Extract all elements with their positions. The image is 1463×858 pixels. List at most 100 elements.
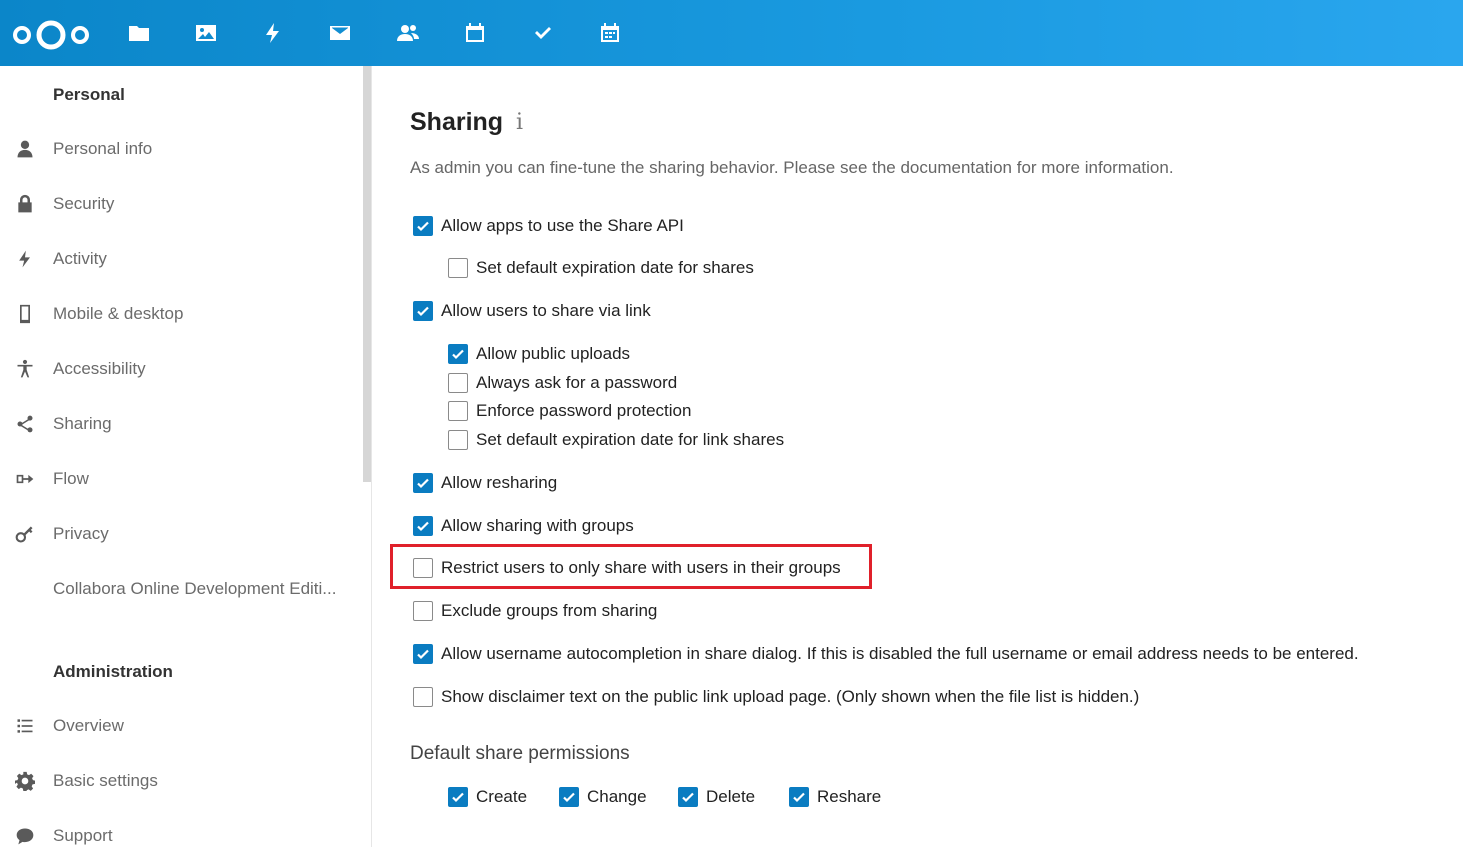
checkbox[interactable] — [448, 258, 468, 278]
public-uploads-checkbox[interactable]: Allow public uploads — [448, 342, 630, 366]
checkmark-icon — [793, 792, 805, 803]
calendar-icon[interactable] — [461, 19, 489, 47]
nextcloud-logo-icon[interactable] — [12, 19, 90, 51]
checkbox-label: Allow username autocompletion in share d… — [441, 644, 1359, 663]
sidebar-item-mobile-desktop[interactable]: Mobile & desktop — [0, 292, 360, 336]
tasks-icon[interactable] — [529, 19, 557, 47]
sidebar-item-personal-info[interactable]: Personal info — [0, 127, 360, 171]
checkmark-icon — [417, 306, 429, 317]
photos-icon[interactable] — [192, 19, 220, 47]
sidebar-item-label: Flow — [53, 469, 89, 488]
checkbox-label: Allow public uploads — [476, 344, 631, 363]
checkbox[interactable] — [448, 344, 468, 364]
checkbox-label: Allow resharing — [441, 473, 558, 492]
sidebar-item-label: Activity — [53, 249, 107, 268]
checkbox-label: Exclude groups from sharing — [441, 601, 658, 620]
activity-icon[interactable] — [259, 19, 287, 47]
sidebar-item-label: Privacy — [53, 524, 109, 543]
checkbox-label: Allow apps to use the Share API — [441, 216, 684, 235]
sidebar-item-sharing[interactable]: Sharing — [0, 402, 360, 446]
checkbox[interactable] — [559, 787, 579, 807]
disclaimer-checkbox[interactable]: Show disclaimer text on the public link … — [413, 685, 1139, 709]
share-api-checkbox[interactable]: Allow apps to use the Share API — [413, 214, 684, 238]
checkbox[interactable] — [413, 301, 433, 321]
checkmark-icon — [417, 649, 429, 660]
sidebar-item-flow[interactable]: Flow — [0, 457, 360, 501]
default-expiration-checkbox[interactable]: Set default expiration date for shares — [448, 256, 754, 280]
sidebar-item-label: Mobile & desktop — [53, 304, 184, 323]
deck-icon[interactable] — [596, 19, 624, 47]
checkmark-icon — [452, 792, 464, 803]
share-via-link-checkbox[interactable]: Allow users to share via link — [413, 299, 651, 323]
sidebar-item-privacy[interactable]: Privacy — [0, 512, 360, 556]
sidebar-item-basic-settings[interactable]: Basic settings — [0, 759, 360, 803]
checkbox-label: Enforce password protection — [476, 401, 692, 420]
autocompletion-checkbox[interactable]: Allow username autocompletion in share d… — [413, 642, 1359, 666]
sidebar-item-label: Accessibility — [53, 359, 146, 378]
resharing-checkbox[interactable]: Allow resharing — [413, 471, 557, 495]
sidebar-item-label: Support — [53, 826, 113, 845]
checkmark-icon — [682, 792, 694, 803]
checkbox[interactable] — [413, 687, 433, 707]
contacts-icon[interactable] — [394, 19, 422, 47]
create-permission-checkbox[interactable]: Create — [448, 785, 527, 809]
mail-icon[interactable] — [326, 19, 354, 47]
sidebar-item-security[interactable]: Security — [0, 182, 360, 226]
checkmark-icon — [417, 478, 429, 489]
checkbox[interactable] — [448, 401, 468, 421]
enforce-password-checkbox[interactable]: Enforce password protection — [448, 399, 691, 423]
sidebar-item-collabora[interactable]: Collabora Online Development Editi... — [0, 567, 360, 611]
checkbox-label: Create — [476, 787, 528, 806]
sharing-groups-checkbox[interactable]: Allow sharing with groups — [413, 514, 634, 538]
checkbox-label: Reshare — [817, 787, 882, 806]
checkbox[interactable] — [413, 473, 433, 493]
phone-icon — [14, 303, 36, 325]
checkmark-icon — [563, 792, 575, 803]
sidebar-item-label: Basic settings — [53, 771, 158, 790]
sidebar-item-support[interactable]: Support — [0, 814, 360, 858]
checkbox[interactable] — [789, 787, 809, 807]
sidebar-item-accessibility[interactable]: Accessibility — [0, 347, 360, 391]
sidebar-item-label: Collabora Online Development Editi... — [53, 579, 337, 598]
checkbox-label: Set default expiration date for link sha… — [476, 430, 785, 449]
sidebar-item-label: Overview — [53, 716, 124, 735]
delete-permission-checkbox[interactable]: Delete — [678, 785, 755, 809]
checkbox[interactable] — [413, 601, 433, 621]
checkbox[interactable] — [413, 216, 433, 236]
checkbox-label: Allow sharing with groups — [441, 516, 634, 535]
checkbox[interactable] — [448, 430, 468, 450]
checkbox-label: Delete — [706, 787, 756, 806]
sidebar-item-label: Security — [53, 194, 115, 213]
checkbox-label: Set default expiration date for shares — [476, 258, 754, 277]
link-expiration-checkbox[interactable]: Set default expiration date for link sha… — [448, 428, 784, 452]
user-icon — [14, 138, 36, 160]
exclude-groups-checkbox[interactable]: Exclude groups from sharing — [413, 599, 657, 623]
info-icon[interactable]: i — [516, 110, 523, 135]
key-icon — [14, 523, 36, 545]
page-description: As admin you can fine-tune the sharing b… — [410, 158, 1174, 177]
checkbox-label: Show disclaimer text on the public link … — [441, 687, 1140, 706]
ask-password-checkbox[interactable]: Always ask for a password — [448, 371, 677, 395]
sidebar-item-label: Personal info — [53, 139, 153, 158]
sidebar-scrollbar[interactable] — [363, 66, 371, 482]
highlight-box — [390, 544, 872, 589]
checkbox-label: Change — [587, 787, 647, 806]
gear-icon — [14, 770, 36, 792]
sidebar-item-activity[interactable]: Activity — [0, 237, 360, 281]
checkbox[interactable] — [413, 516, 433, 536]
accessibility-icon — [14, 358, 36, 380]
checkbox[interactable] — [448, 787, 468, 807]
change-permission-checkbox[interactable]: Change — [559, 785, 647, 809]
page-title: Sharing — [410, 108, 504, 136]
reshare-permission-checkbox[interactable]: Reshare — [789, 785, 881, 809]
personal-section-title: Personal — [53, 85, 125, 104]
checkbox[interactable] — [413, 644, 433, 664]
checkbox[interactable] — [448, 373, 468, 393]
administration-section-title: Administration — [53, 662, 173, 681]
flow-icon — [14, 468, 36, 490]
files-icon[interactable] — [125, 19, 153, 47]
sidebar-item-overview[interactable]: Overview — [0, 704, 360, 748]
checkbox-label: Always ask for a password — [476, 373, 678, 392]
checkbox[interactable] — [678, 787, 698, 807]
chat-icon — [14, 825, 36, 847]
